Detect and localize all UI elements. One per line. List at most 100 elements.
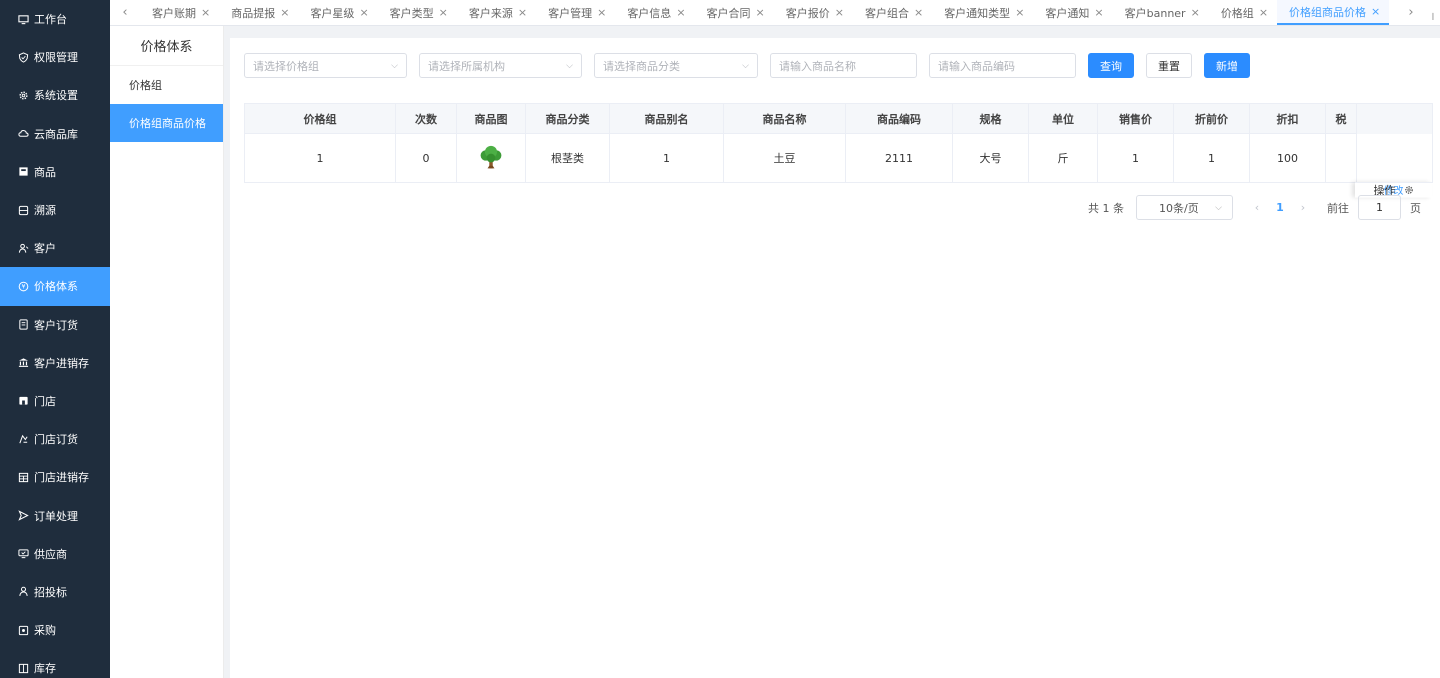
sidebar-item[interactable]: 门店进销存 xyxy=(0,458,110,496)
cloud-icon xyxy=(18,128,29,139)
close-icon[interactable]: × xyxy=(1015,6,1024,19)
sidebar-item[interactable]: 系统设置 xyxy=(0,76,110,114)
close-icon[interactable]: × xyxy=(201,6,210,19)
tab[interactable]: 客户类型 × xyxy=(378,0,457,25)
close-icon[interactable]: × xyxy=(359,6,368,19)
tab[interactable]: 客户通知类型 × xyxy=(932,0,1033,25)
sidebar-item[interactable]: 云商品库 xyxy=(0,115,110,153)
close-icon[interactable]: × xyxy=(676,6,685,19)
goto-page-input[interactable]: 1 xyxy=(1358,195,1401,220)
page-size-select[interactable]: 10条/页 ⌵ xyxy=(1136,195,1233,220)
tree-icon[interactable] xyxy=(478,145,504,171)
sidebar-item[interactable]: 客户 xyxy=(0,229,110,267)
next-page-button[interactable]: › xyxy=(1293,201,1313,214)
reset-button[interactable]: 重置 xyxy=(1146,53,1192,78)
sidebar-item-label: 系统设置 xyxy=(34,89,78,103)
close-icon[interactable]: × xyxy=(756,6,765,19)
close-icon[interactable]: × xyxy=(1259,6,1268,19)
sidebar-item-label: 门店 xyxy=(34,394,56,408)
trace-icon xyxy=(18,205,29,216)
product-code-input[interactable]: 请输入商品编码 xyxy=(929,53,1076,78)
close-icon[interactable]: × xyxy=(1371,5,1380,18)
tab[interactable]: 价格组商品价格 × xyxy=(1277,0,1390,25)
tab[interactable]: 客户通知 × xyxy=(1033,0,1112,25)
price-table: 价格组 次数 商品图 商品分类 商品别名 商品名称 商品编码 规格 单位 销售价 折前价 折扣税 1 0 根… xyxy=(244,103,1433,197)
secondary-menu-title: 价格体系 xyxy=(110,26,223,66)
price-group-select[interactable]: 请选择价格组 ⌵ xyxy=(244,53,407,78)
tab[interactable]: 客户管理 × xyxy=(536,0,615,25)
close-icon[interactable]: × xyxy=(1191,6,1200,19)
column-header: 单位 xyxy=(1029,104,1098,134)
column-header: 次数 xyxy=(396,104,457,134)
close-icon[interactable]: × xyxy=(280,6,289,19)
tab[interactable]: 客户来源 × xyxy=(457,0,536,25)
tab-scroll-right-button[interactable]: › xyxy=(1396,0,1426,25)
sidebar-item-label: 溯源 xyxy=(34,204,56,218)
tab[interactable]: 客户信息 × xyxy=(615,0,694,25)
close-icon[interactable]: × xyxy=(597,6,606,19)
sidebar-item[interactable]: 客户订货 xyxy=(0,306,110,344)
sidebar-item-label: 云商品库 xyxy=(34,127,78,141)
prev-page-button[interactable]: ‹ xyxy=(1247,201,1267,214)
pagination: 共 1 条 10条/页 ⌵ ‹ 1 › 前往 1 页 xyxy=(1088,195,1421,220)
tab[interactable]: 商品提报 × xyxy=(219,0,298,25)
product-name-input[interactable]: 请输入商品名称 xyxy=(770,53,917,78)
tab[interactable]: 客户组合 × xyxy=(853,0,932,25)
tab[interactable]: 客户星级 × xyxy=(298,0,377,25)
sidebar-item[interactable]: 招投标 xyxy=(0,573,110,611)
column-settings-icon[interactable] xyxy=(1404,185,1414,195)
add-button[interactable]: 新增 xyxy=(1204,53,1250,78)
tab-label: 客户类型 xyxy=(389,6,434,20)
sidebar-item[interactable]: 客户进销存 xyxy=(0,344,110,382)
sidebar-item[interactable]: 门店 xyxy=(0,382,110,420)
page-suffix: 页 xyxy=(1410,201,1421,215)
tab-list: 客户账期 × 商品提报 × 客户星级 × 客户类型 × 客户来源 × 客户管理 × 客户信息 × 客户合同 ×… xyxy=(140,0,1396,25)
tab[interactable]: 客户banner × xyxy=(1113,0,1209,25)
query-button[interactable]: 查询 xyxy=(1088,53,1134,78)
sidebar-item-label: 门店订货 xyxy=(34,433,78,447)
tab-label: 客户管理 xyxy=(548,6,593,20)
tab-label: 客户账期 xyxy=(152,6,196,20)
tab-label: 价格组商品价格 xyxy=(1289,5,1367,19)
tab[interactable]: 客户报价 × xyxy=(774,0,853,25)
close-icon[interactable]: × xyxy=(518,6,527,19)
sidebar-item[interactable]: 工作台 xyxy=(0,0,110,38)
tab-label: 客户通知 xyxy=(1045,6,1090,20)
tab-scroll-left-button[interactable]: ‹ xyxy=(110,0,140,25)
sidebar-item-label: 采购 xyxy=(34,624,56,638)
goto-label: 前往 xyxy=(1327,201,1349,215)
sidebar-item[interactable]: 商品 xyxy=(0,153,110,191)
sidebar-item-label: 门店进销存 xyxy=(34,471,89,485)
tab[interactable]: 客户合同 × xyxy=(695,0,774,25)
close-icon[interactable]: × xyxy=(914,6,923,19)
category-select-placeholder: 请选择商品分类 xyxy=(603,59,680,73)
table-cell: 1 xyxy=(1174,134,1250,182)
page-number[interactable]: 1 xyxy=(1267,201,1293,214)
tab[interactable]: 客户账期 × xyxy=(140,0,219,25)
sidebar-item[interactable]: 供应商 xyxy=(0,535,110,573)
sidebar-item[interactable]: 溯源 xyxy=(0,191,110,229)
secondary-menu-item[interactable]: 价格组 xyxy=(110,66,223,104)
sidebar-item[interactable]: 订单处理 xyxy=(0,496,110,534)
sidebar-item-label: 客户订货 xyxy=(34,318,78,332)
bid-icon xyxy=(18,586,29,597)
tab[interactable]: 价格组 × xyxy=(1209,0,1277,25)
sidebar-item[interactable]: 库存 xyxy=(0,649,110,678)
pagination-total: 共 1 条 xyxy=(1088,201,1124,215)
close-icon[interactable]: × xyxy=(439,6,448,19)
category-select[interactable]: 请选择商品分类 ⌵ xyxy=(594,53,758,78)
sidebar-item[interactable]: ¥ 价格体系 xyxy=(0,267,110,306)
column-header: 商品编码 xyxy=(846,104,953,134)
price-group-select-placeholder: 请选择价格组 xyxy=(253,59,319,73)
column-header: 商品名称 xyxy=(724,104,846,134)
sidebar-item[interactable]: 权限管理 xyxy=(0,38,110,76)
table-cell: 1 xyxy=(245,134,396,182)
sidebar-item[interactable]: 采购 xyxy=(0,611,110,649)
column-header: 商品别名 xyxy=(610,104,724,134)
close-icon[interactable]: × xyxy=(1094,6,1103,19)
sidebar-item[interactable]: 门店订货 xyxy=(0,420,110,458)
org-select[interactable]: 请选择所属机构 ⌵ xyxy=(419,53,582,78)
close-icon[interactable]: × xyxy=(835,6,844,19)
secondary-menu-item[interactable]: 价格组商品价格 xyxy=(110,104,223,142)
price-icon: ¥ xyxy=(18,281,29,292)
